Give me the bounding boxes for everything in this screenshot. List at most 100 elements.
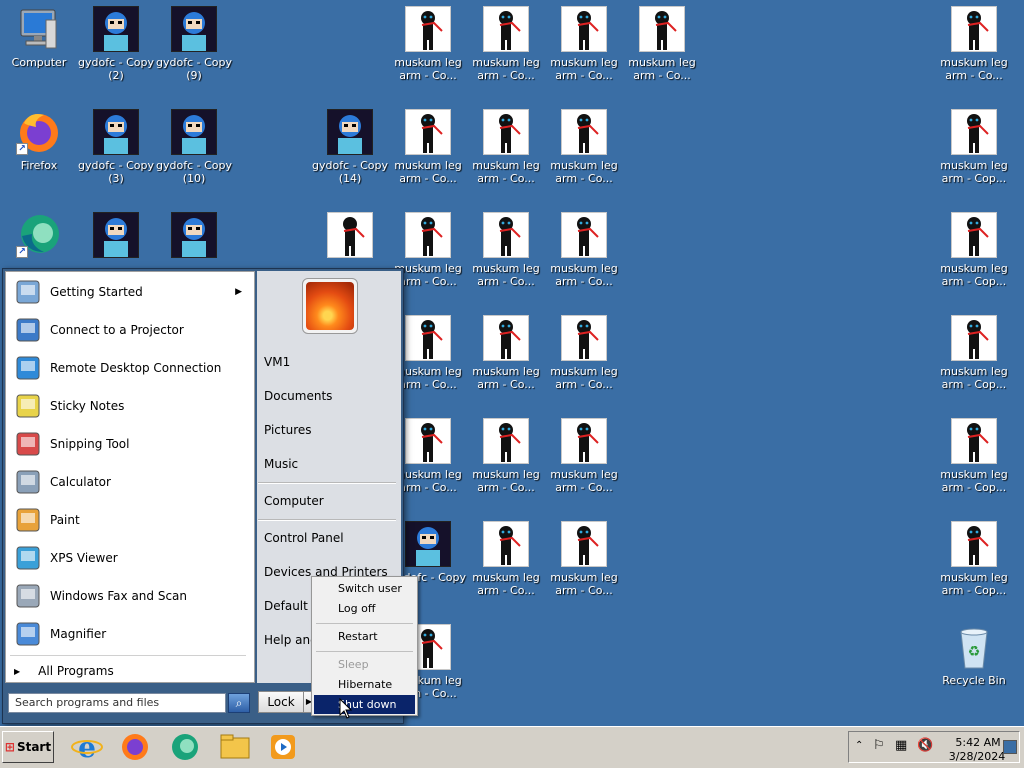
all-programs-button[interactable]: ▶ All Programs	[10, 662, 246, 680]
computer-link[interactable]: Computer	[264, 494, 394, 508]
taskbar-firefox[interactable]	[118, 731, 152, 763]
start-menu-item[interactable]: Calculator	[8, 464, 248, 500]
icon-label: Recycle Bin	[942, 674, 1006, 687]
desktop-icon-muskum-leg-arm[interactable]: muskum leg arm - Co...	[545, 206, 623, 288]
fax-scan-icon	[14, 582, 42, 610]
start-menu-item[interactable]: Remote Desktop Connection	[8, 350, 248, 386]
desktop-icon-recycle-bin[interactable]: ♻ Recycle Bin	[935, 618, 1013, 687]
doll-image-icon	[951, 418, 997, 464]
taskbar-file-explorer[interactable]	[218, 731, 252, 763]
desktop-icon-edge[interactable]: ↗	[0, 206, 78, 262]
start-menu-item[interactable]: Snipping Tool	[8, 426, 248, 462]
desktop-icon-firefox[interactable]: ↗ Firefox	[0, 103, 78, 172]
search-input[interactable]: Search programs and files	[8, 693, 226, 713]
start-menu-item[interactable]: Connect to a Projector	[8, 312, 248, 348]
desktop-icon-muskum-leg-arm[interactable]: muskum leg arm - Co...	[623, 0, 701, 82]
show-hidden-icons-icon[interactable]: ⌃	[855, 740, 863, 751]
desktop-icon-gydofc[interactable]: gydofc - Copy (14)	[311, 103, 389, 185]
taskbar-edge[interactable]	[168, 731, 202, 763]
desktop-icon-muskum-leg-arm[interactable]: muskum leg arm - Cop...	[935, 206, 1013, 288]
power-options-menu: Switch user Log off Restart Sleep Hibern…	[311, 576, 418, 716]
icon-label: muskum leg arm - Co...	[472, 468, 540, 494]
icon-label: gydofc - Copy (2)	[78, 56, 154, 82]
desktop-icon-doll[interactable]	[311, 206, 389, 262]
clock-time[interactable]: 5:42 AM	[953, 736, 1003, 749]
menu-item-switch-user[interactable]: Switch user	[314, 579, 415, 598]
desktop-icon-gydofc[interactable]: gydofc - Copy (3)	[77, 103, 155, 185]
clock-date[interactable]: 3/28/2024	[945, 750, 1009, 763]
icon-label: muskum leg arm - Co...	[472, 571, 540, 597]
taskbar-internet-explorer[interactable]: e	[70, 731, 104, 764]
network-icon[interactable]: ▦	[895, 738, 907, 753]
desktop-icon-muskum-leg-arm[interactable]: muskum leg arm - Co...	[389, 103, 467, 185]
desktop-icon-muskum-leg-arm[interactable]: muskum leg arm - Co...	[467, 309, 545, 391]
start-menu-item[interactable]: XPS Viewer	[8, 540, 248, 576]
control-panel-link[interactable]: Control Panel	[264, 531, 394, 545]
svg-text:♻: ♻	[968, 644, 981, 660]
doll-image-icon	[483, 109, 529, 155]
desktop-icon-muskum-leg-arm[interactable]: muskum leg arm - Co...	[545, 103, 623, 185]
system-tray: ⌃ ⚐ ▦ 🔇 5:42 AM 3/28/2024	[848, 731, 1020, 763]
icon-label: gydofc - Copy (14)	[312, 159, 388, 185]
divider	[316, 623, 413, 624]
menu-item-hibernate[interactable]: Hibernate	[314, 675, 415, 694]
desktop-icon-muskum-leg-arm[interactable]: muskum leg arm - Co...	[467, 412, 545, 494]
menu-item-sleep: Sleep	[338, 658, 369, 671]
desktop-icon-computer[interactable]: Computer	[0, 0, 78, 69]
desktop-icon-muskum-leg-arm[interactable]: muskum leg arm - Cop...	[935, 103, 1013, 185]
windows-logo-icon: ⊞	[4, 740, 15, 754]
doll-image-icon	[483, 6, 529, 52]
desktop-icon-gydofc[interactable]: gydofc - Copy (9)	[155, 0, 233, 82]
edge-icon: ↗	[16, 212, 62, 258]
search-icon: ⌕	[235, 696, 243, 710]
start-menu-item[interactable]: Paint	[8, 502, 248, 538]
search-button[interactable]: ⌕	[228, 693, 250, 713]
start-label: Start	[16, 740, 52, 754]
desktop-icon-muskum-leg-arm[interactable]: muskum leg arm - Cop...	[935, 515, 1013, 597]
volume-muted-icon[interactable]: 🔇	[917, 738, 933, 753]
menu-item-restart[interactable]: Restart	[314, 627, 415, 646]
desktop-icon-muskum-leg-arm[interactable]: muskum leg arm - Co...	[467, 103, 545, 185]
menu-item-log-off[interactable]: Log off	[314, 599, 415, 618]
menu-item-shut-down[interactable]: Shut down	[314, 695, 415, 714]
taskbar-media-player[interactable]	[266, 731, 300, 763]
user-folder-link[interactable]: VM1	[264, 355, 394, 369]
start-menu-item[interactable]: Getting Started ▶	[8, 274, 248, 310]
desktop-icon-gydofc[interactable]	[77, 206, 155, 262]
doll-image-icon	[951, 109, 997, 155]
icon-label: muskum leg arm - Cop...	[940, 571, 1008, 597]
start-menu-item[interactable]: Magnifier	[8, 616, 248, 652]
user-picture[interactable]	[302, 278, 358, 334]
start-menu-item-label: Snipping Tool	[50, 437, 130, 451]
start-button[interactable]: ⊞ Start	[2, 731, 54, 763]
desktop-icon-muskum-leg-arm[interactable]: muskum leg arm - Co...	[389, 0, 467, 82]
icon-label: muskum leg arm - Co...	[628, 56, 696, 82]
sticky-notes-icon	[14, 392, 42, 420]
desktop-icon-gydofc[interactable]: gydofc - Copy (10)	[155, 103, 233, 185]
desktop-icon-muskum-leg-arm[interactable]: muskum leg arm - Co...	[935, 0, 1013, 82]
music-link[interactable]: Music	[264, 457, 394, 471]
desktop-icon-muskum-leg-arm[interactable]: muskum leg arm - Co...	[467, 0, 545, 82]
show-desktop-button[interactable]	[1003, 740, 1017, 754]
edge-icon	[172, 734, 198, 760]
lock-button[interactable]: Lock	[258, 691, 304, 713]
desktop-icon-muskum-leg-arm[interactable]: muskum leg arm - Cop...	[935, 309, 1013, 391]
desktop-icon-muskum-leg-arm[interactable]: muskum leg arm - Co...	[545, 515, 623, 597]
gydofc-image-icon	[405, 521, 451, 567]
start-menu-item[interactable]: Windows Fax and Scan	[8, 578, 248, 614]
desktop-icon-muskum-leg-arm[interactable]: muskum leg arm - Co...	[545, 412, 623, 494]
action-center-flag-icon[interactable]: ⚐	[873, 738, 885, 753]
xps-viewer-icon	[14, 544, 42, 572]
desktop-icon-gydofc[interactable]: gydofc - Copy (2)	[77, 0, 155, 82]
icon-label: muskum leg arm - Co...	[394, 56, 462, 82]
pictures-link[interactable]: Pictures	[264, 423, 394, 437]
desktop-icon-muskum-leg-arm[interactable]: muskum leg arm - Co...	[545, 0, 623, 82]
desktop-icon-muskum-leg-arm[interactable]: muskum leg arm - Co...	[467, 515, 545, 597]
desktop-icon-muskum-leg-arm[interactable]: muskum leg arm - Co...	[467, 206, 545, 288]
documents-link[interactable]: Documents	[264, 389, 394, 403]
desktop-icon-gydofc[interactable]	[155, 206, 233, 262]
icon-label: muskum leg arm - Co...	[550, 365, 618, 391]
desktop-icon-muskum-leg-arm[interactable]: muskum leg arm - Co...	[545, 309, 623, 391]
desktop-icon-muskum-leg-arm[interactable]: muskum leg arm - Cop...	[935, 412, 1013, 494]
start-menu-item[interactable]: Sticky Notes	[8, 388, 248, 424]
